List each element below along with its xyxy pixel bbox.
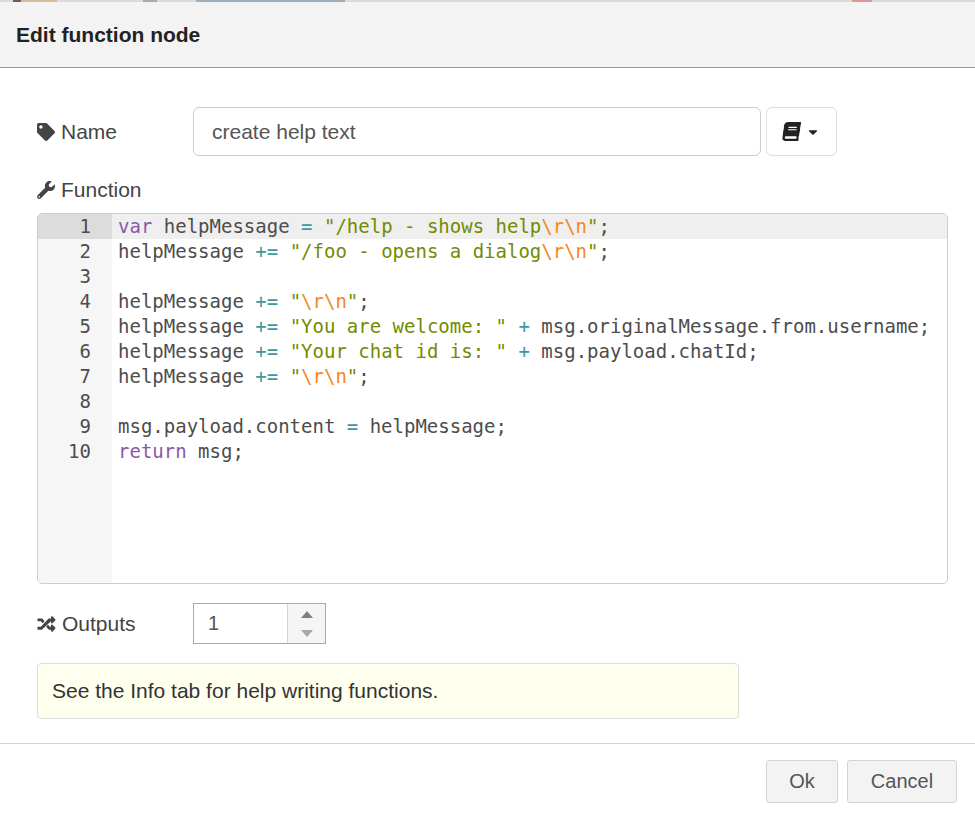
info-tip: See the Info tab for help writing functi… (37, 663, 739, 719)
code-line: helpMessage += "\r\n"; (112, 364, 947, 389)
code-line: helpMessage += "You are welcome: " + msg… (112, 314, 947, 339)
editor-gutter: 12345678910 (38, 214, 112, 583)
code-line: helpMessage += "Your chat id is: " + msg… (112, 339, 947, 364)
spinner-down-button[interactable] (289, 624, 324, 642)
code-line (112, 264, 947, 289)
library-button[interactable] (766, 107, 837, 156)
book-icon (782, 122, 802, 141)
name-label-text: Name (61, 120, 117, 144)
gutter-line-number: 1 (38, 214, 112, 239)
gutter-line-number: 3 (38, 264, 112, 289)
name-label: Name (37, 107, 117, 156)
gutter-line-number: 9 (38, 414, 112, 439)
gutter-line-number: 8 (38, 389, 112, 414)
code-line: helpMessage += "/foo - opens a dialog\r\… (112, 239, 947, 264)
gutter-line-number: 2 (38, 239, 112, 264)
shuffle-icon (37, 615, 56, 633)
dialog-title: Edit function node (16, 23, 200, 47)
code-line: msg.payload.content = helpMessage; (112, 414, 947, 439)
caret-down-icon (301, 630, 313, 637)
wrench-icon (37, 181, 55, 199)
code-line: helpMessage += "\r\n"; (112, 289, 947, 314)
outputs-label: Outputs (37, 603, 136, 644)
gutter-line-number: 10 (38, 439, 112, 464)
caret-down-icon (806, 125, 820, 139)
name-input[interactable] (193, 107, 761, 156)
footer-divider (0, 743, 975, 744)
function-label: Function (37, 176, 142, 204)
dialog-header: Edit function node (0, 2, 975, 68)
function-label-text: Function (61, 178, 142, 202)
code-editor[interactable]: 12345678910 var helpMessage = "/help - s… (37, 213, 948, 584)
outputs-label-text: Outputs (62, 612, 136, 636)
gutter-line-number: 5 (38, 314, 112, 339)
code-line (112, 389, 947, 414)
tag-icon (37, 123, 55, 141)
gutter-line-number: 4 (38, 289, 112, 314)
code-line: var helpMessage = "/help - shows help\r\… (112, 214, 947, 239)
editor-code[interactable]: var helpMessage = "/help - shows help\r\… (112, 214, 947, 583)
spinner-up-button[interactable] (289, 605, 324, 623)
outputs-input[interactable] (194, 604, 287, 643)
outputs-spinner (193, 603, 326, 644)
info-tip-text: See the Info tab for help writing functi… (52, 679, 438, 703)
caret-up-icon (301, 611, 313, 618)
spinner-buttons (287, 604, 325, 643)
code-line: return msg; (112, 439, 947, 464)
gutter-line-number: 6 (38, 339, 112, 364)
gutter-line-number: 7 (38, 364, 112, 389)
ok-button[interactable]: Ok (766, 760, 838, 803)
cancel-button[interactable]: Cancel (847, 760, 957, 803)
